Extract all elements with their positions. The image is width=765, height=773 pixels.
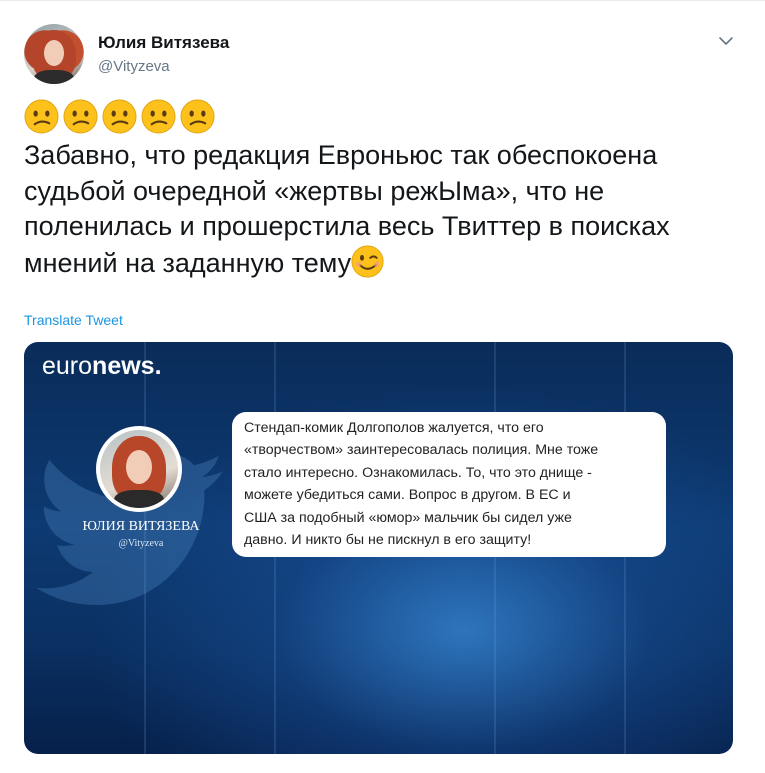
confused-face-icon [141,99,176,134]
quoted-avatar [96,426,182,512]
avatar-face [44,40,64,66]
quoted-avatar-shirt [114,490,164,508]
logo-text-bold: news. [92,352,162,380]
quoted-avatar-face [126,450,152,484]
euronews-logo: euronews. [42,352,162,381]
quote-line: давно. И никто бы не пискнул в его защит… [244,532,532,549]
quoted-author-handle: @Vityzeva [118,538,164,549]
confused-face-icon [24,99,59,134]
tweet-text-line: Забавно, что редакция Евроньюс так обесп… [24,140,658,170]
chevron-down-icon[interactable] [716,33,736,49]
avatar[interactable] [24,24,84,84]
winking-face-icon [351,244,384,278]
quote-line: стало интересно. Ознакомилась. То, что э… [244,464,592,481]
confused-face-icon [63,99,98,134]
confused-face-icon [102,99,137,134]
tweet-card: Юлия Витязева @Vityzeva Забавно, что ред… [0,0,765,773]
translate-tweet-link[interactable]: Translate Tweet [24,312,123,328]
quote-line: «творчеством» заинтересовалась полиция. … [244,442,599,459]
attached-image[interactable]: euronews. ЮЛИЯ ВИТЯЗЕВА @Vityzeva Стенда… [24,342,733,754]
tweet-text-line: мнений на заданную тему [24,247,352,278]
tweet-text-line-last: мнений на заданную тему [24,244,744,282]
quote-line: можете убедиться сами. Вопрос в другом. … [244,487,571,504]
tweet-text: Забавно, что редакция Евроньюс так обесп… [24,138,744,281]
quoted-avatar-photo [100,430,178,508]
tweet-text-line: судьбой очередной «жертвы режЫма», что н… [24,175,605,206]
quote-line: Стендап-комик Долгополов жалуется, что е… [244,420,544,436]
logo-text-light: euro [42,352,93,380]
avatar-shirt [34,70,74,84]
confused-face-icon [180,99,215,134]
author-display-name[interactable]: Юлия Витязева [98,33,229,53]
quote-bubble: Стендап-комик Долгополов жалуется, что е… [232,412,666,557]
quote-line: США за подобный «юмор» мальчик бы сидел … [244,509,572,526]
quoted-author-name: ЮЛИЯ ВИТЯЗЕВА [82,519,200,534]
tweet-text-line: поленилась и прошерстила весь Твиттер в … [24,211,670,241]
emoji-row [24,99,215,134]
author-handle[interactable]: @Vityzeva [98,58,170,75]
